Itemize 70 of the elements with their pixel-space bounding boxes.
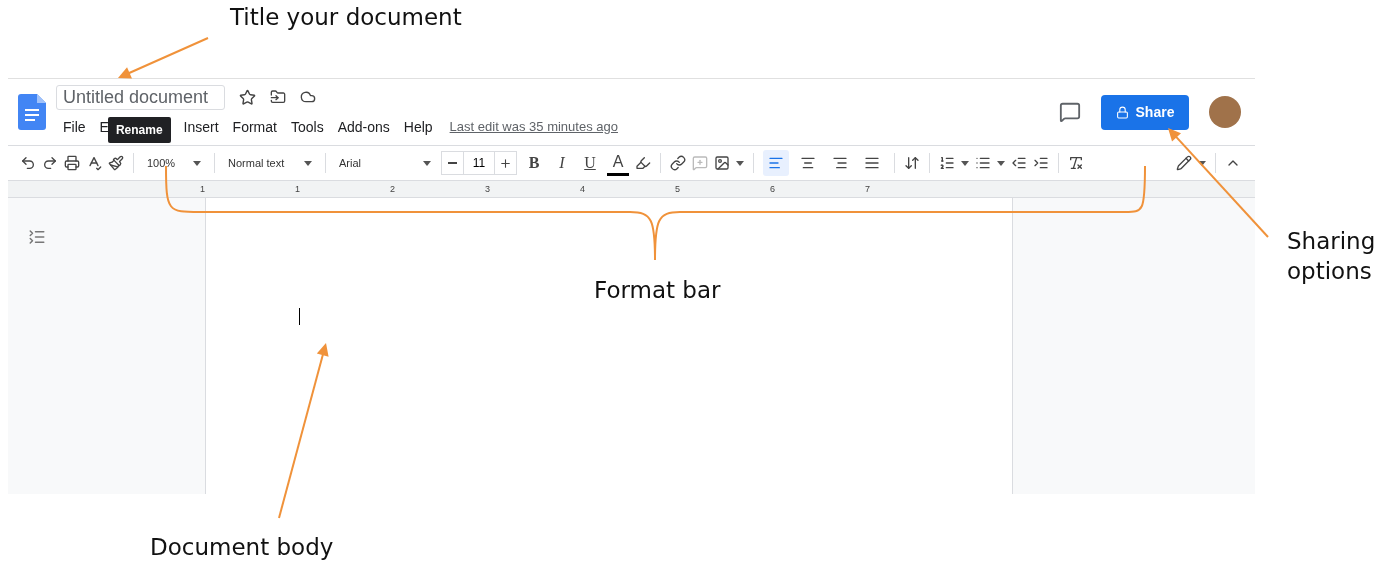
last-edit-link[interactable]: Last edit was 35 minutes ago (449, 119, 618, 134)
decrease-size-button[interactable] (441, 151, 464, 175)
undo-icon[interactable] (20, 155, 36, 171)
outline-icon[interactable] (28, 228, 46, 246)
cloud-icon[interactable] (300, 89, 316, 105)
redo-icon[interactable] (42, 155, 58, 171)
print-icon[interactable] (64, 155, 80, 171)
style-dropdown[interactable]: Normal text (224, 157, 316, 169)
docs-logo-icon[interactable] (18, 94, 46, 130)
highlighter-icon[interactable] (635, 155, 651, 171)
increase-size-button[interactable] (494, 151, 517, 175)
ruler-number: 6 (769, 184, 776, 194)
caret-icon (961, 160, 969, 166)
align-center-icon (800, 155, 816, 171)
indent-increase-icon[interactable] (1033, 155, 1049, 171)
align-left-icon (768, 155, 784, 171)
spellcheck-icon[interactable] (86, 155, 102, 171)
ruler-number: 5 (674, 184, 681, 194)
ruler-number: 2 (389, 184, 396, 194)
star-icon[interactable] (239, 88, 256, 106)
bold-button[interactable]: B (523, 150, 545, 176)
folder-icon[interactable] (270, 89, 286, 105)
annotation-label: Sharing options (1287, 227, 1377, 286)
menu-item[interactable]: Add-ons (330, 118, 397, 135)
caret-icon (997, 160, 1005, 166)
image-icon[interactable] (714, 155, 730, 171)
menu-item[interactable]: Help (396, 118, 440, 135)
clear-formatting-icon[interactable] (1068, 155, 1084, 171)
align-left-button[interactable] (763, 150, 789, 176)
title-field[interactable]: Untitled document (56, 84, 225, 110)
comment-icon[interactable] (1059, 101, 1081, 123)
caret-icon (304, 160, 312, 166)
caret-icon (1198, 160, 1206, 166)
annotation-label: Format bar (594, 276, 721, 305)
line-spacing-icon[interactable] (904, 155, 920, 171)
indent-decrease-icon[interactable] (1011, 155, 1027, 171)
lock-icon (1115, 105, 1129, 119)
align-right-icon (832, 155, 848, 171)
tooltip: Rename (107, 116, 171, 143)
caret-icon (423, 160, 431, 166)
menu-item[interactable]: Insert (176, 118, 226, 135)
paint-format-icon[interactable] (108, 155, 124, 171)
annotation-label: Title your document (230, 3, 462, 32)
annotation-label: Document body (150, 533, 334, 562)
color-button[interactable]: A (607, 150, 629, 176)
font-dropdown[interactable]: Arial (335, 157, 435, 169)
menu-item[interactable]: File (56, 118, 93, 135)
italic-button[interactable]: I (551, 150, 573, 176)
ruler-number: 3 (484, 184, 491, 194)
minus-icon (448, 162, 457, 164)
underline-button[interactable]: U (579, 150, 601, 176)
caret-icon (736, 160, 744, 166)
ruler-number: 7 (864, 184, 871, 194)
zoom-dropdown[interactable]: 100% (143, 157, 205, 169)
menu-item[interactable]: Tools (283, 118, 331, 135)
avatar[interactable] (1209, 96, 1241, 128)
ruler-number: 4 (579, 184, 586, 194)
text-cursor (299, 308, 300, 325)
pencil-icon[interactable] (1176, 155, 1192, 171)
menu-item[interactable]: Format (225, 118, 284, 135)
caret-icon (193, 160, 201, 166)
align-justify-icon (864, 155, 880, 171)
font-size-field[interactable]: 11 (464, 151, 494, 175)
share-button[interactable]: Share (1101, 94, 1189, 130)
bulleted-list-icon[interactable] (975, 155, 991, 171)
numbered-list-icon[interactable] (939, 155, 955, 171)
plus-icon (499, 156, 512, 170)
ruler-number: 1 (199, 184, 206, 194)
ruler-number: 1 (294, 184, 301, 194)
link-icon[interactable] (670, 155, 686, 171)
